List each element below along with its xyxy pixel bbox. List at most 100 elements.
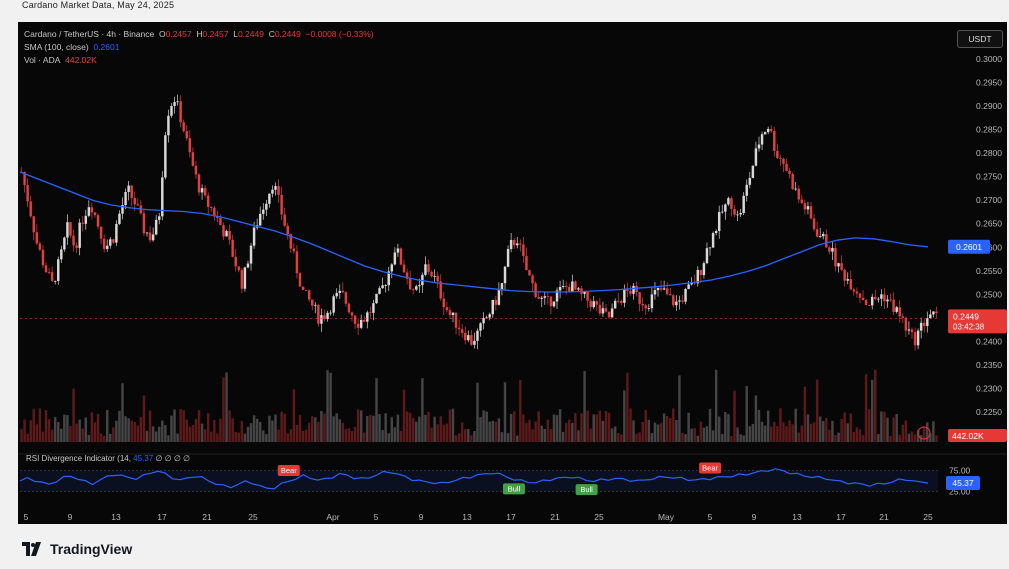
volume-bar bbox=[644, 409, 647, 442]
volume-bar bbox=[601, 420, 605, 442]
volume-bar bbox=[194, 418, 198, 442]
candle-body bbox=[136, 204, 140, 206]
volume-bar bbox=[66, 415, 69, 442]
candle-body bbox=[613, 300, 617, 309]
candle-body bbox=[867, 305, 871, 306]
y-tick-label: 0.2850 bbox=[976, 125, 1002, 135]
candle-body bbox=[84, 215, 88, 224]
volume-bar bbox=[736, 427, 739, 442]
volume-bar bbox=[457, 433, 461, 442]
volume-bar bbox=[265, 434, 268, 442]
candle-body bbox=[721, 211, 724, 213]
bull-signal-text: Bull bbox=[508, 484, 521, 493]
volume-bar bbox=[745, 385, 748, 442]
volume-bar bbox=[326, 370, 329, 442]
volume-bar bbox=[295, 424, 299, 442]
volume-bar bbox=[442, 424, 446, 442]
volume-bar bbox=[834, 434, 837, 442]
volume-bar bbox=[552, 414, 556, 442]
price-chart[interactable]: 0.3000 0.2950 0.2900 0.2850 0.2800 0.2750 0.27… bbox=[18, 22, 1007, 524]
volume-bar bbox=[690, 428, 693, 442]
candle-body bbox=[203, 188, 207, 196]
candle-body bbox=[442, 298, 446, 308]
volume-bar bbox=[785, 426, 788, 442]
candle-body bbox=[124, 192, 127, 206]
candle-body bbox=[610, 308, 614, 318]
candle-body bbox=[240, 270, 244, 289]
candle-body bbox=[151, 234, 155, 241]
candle-body bbox=[170, 106, 173, 116]
candle-body bbox=[225, 231, 228, 237]
candle-body bbox=[347, 303, 351, 313]
volume-value: 442.02K bbox=[65, 55, 97, 65]
volume-bar bbox=[870, 379, 874, 442]
candle-body bbox=[681, 300, 684, 302]
candle-body bbox=[26, 185, 29, 202]
volume-bar bbox=[586, 410, 589, 442]
volume-bar bbox=[717, 416, 721, 442]
candle-body bbox=[381, 285, 384, 289]
volume-bar bbox=[479, 417, 482, 442]
volume-bar bbox=[485, 411, 488, 442]
rsi-dots: ∅ ∅ ∅ ∅ bbox=[155, 454, 190, 463]
candle-body bbox=[834, 247, 837, 267]
candle-body bbox=[770, 128, 773, 131]
x-tick-label: 5 bbox=[24, 512, 29, 522]
volume-bar bbox=[87, 434, 91, 442]
candle-body bbox=[843, 269, 846, 281]
candle-body bbox=[476, 330, 479, 341]
volume-bar bbox=[29, 420, 32, 442]
volume-bar bbox=[203, 429, 207, 442]
volume-bar bbox=[277, 429, 280, 442]
candle-body bbox=[754, 148, 758, 166]
volume-bar bbox=[760, 421, 764, 442]
volume-bar bbox=[350, 431, 354, 442]
candle-body bbox=[366, 312, 369, 322]
volume-bar bbox=[797, 432, 800, 442]
candle-body bbox=[898, 307, 901, 317]
candle-body bbox=[418, 285, 421, 287]
candle-body bbox=[338, 290, 341, 294]
volume-bar bbox=[568, 419, 571, 442]
chart-panel[interactable]: 0.3000 0.2950 0.2900 0.2850 0.2800 0.2750 0.27… bbox=[18, 22, 1007, 524]
candle-body bbox=[874, 296, 877, 300]
volume-bar bbox=[445, 423, 449, 442]
low-value: 0.2449 bbox=[237, 29, 264, 39]
currency-button[interactable]: USDT bbox=[957, 30, 1003, 48]
candle-body bbox=[35, 232, 39, 244]
volume-bar bbox=[274, 414, 277, 442]
candle-body bbox=[558, 286, 562, 291]
candle-body bbox=[840, 263, 843, 270]
candle-body bbox=[574, 281, 577, 290]
candle-body bbox=[800, 199, 804, 204]
volume-bar bbox=[662, 413, 666, 442]
candle-body bbox=[812, 218, 816, 230]
volume-bar bbox=[763, 425, 767, 442]
candle-body bbox=[164, 135, 167, 178]
candle-body bbox=[482, 318, 485, 324]
x-tick-label: 21 bbox=[879, 512, 889, 522]
volume-bar bbox=[127, 418, 130, 442]
candle-body bbox=[543, 296, 547, 298]
volume-bar bbox=[219, 418, 222, 442]
candle-body bbox=[825, 234, 828, 248]
volume-bar bbox=[344, 428, 348, 442]
volume-bar bbox=[467, 429, 470, 442]
candle-body bbox=[910, 329, 914, 333]
candle-body bbox=[90, 207, 94, 213]
candle-body bbox=[650, 294, 654, 309]
x-tick-label: 5 bbox=[708, 512, 713, 522]
bear-signal-text: Bear bbox=[281, 466, 297, 475]
candle-body bbox=[766, 128, 770, 133]
volume-bar bbox=[384, 413, 387, 442]
volume-bar bbox=[874, 369, 877, 442]
volume-bar bbox=[20, 429, 23, 442]
bull-signal-text: Bull bbox=[580, 485, 593, 494]
volume-bar bbox=[84, 417, 88, 442]
candle-body bbox=[782, 158, 785, 164]
candle-body bbox=[228, 231, 231, 240]
volume-bar bbox=[231, 418, 234, 442]
volume-bar bbox=[243, 433, 247, 442]
volume-bar bbox=[78, 419, 81, 442]
candle-body bbox=[311, 299, 314, 306]
